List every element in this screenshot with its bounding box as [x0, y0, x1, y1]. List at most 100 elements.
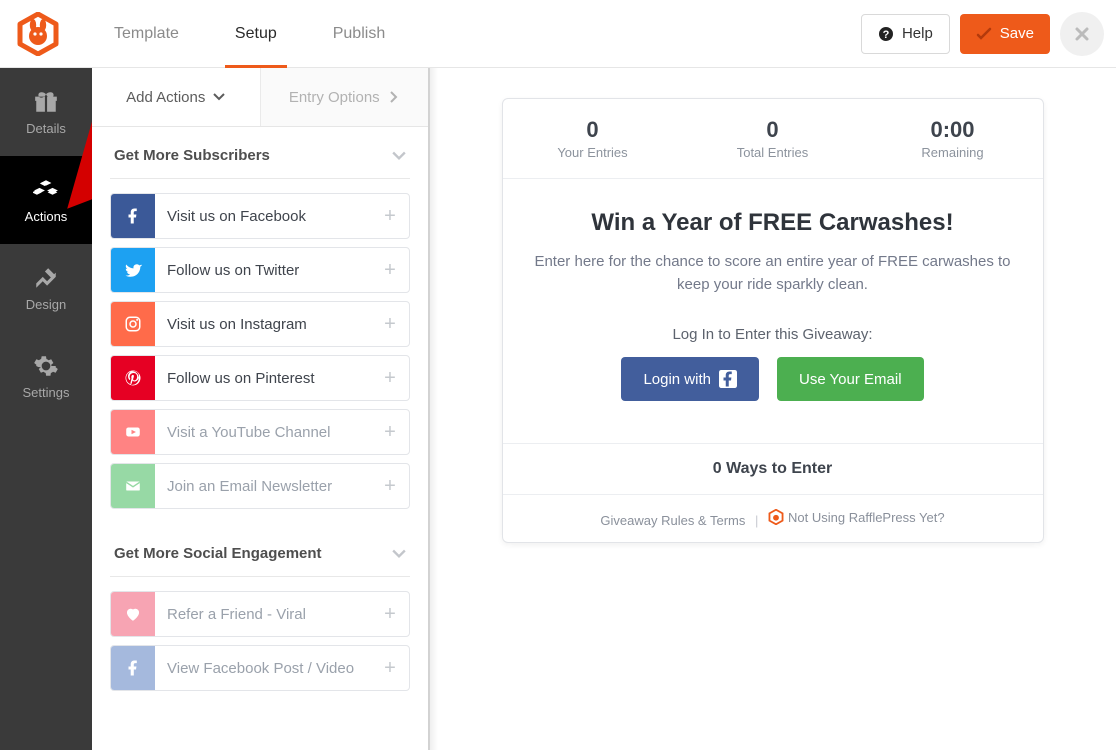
use-email-label: Use Your Email: [799, 371, 902, 388]
group-title: Get More Subscribers: [114, 147, 270, 164]
group-subscribers[interactable]: Get More Subscribers: [92, 127, 428, 178]
card-body: Win a Year of FREE Carwashes! Enter here…: [503, 179, 1043, 443]
top-nav: Template Setup Publish: [96, 0, 403, 67]
facebook-icon: [719, 370, 737, 388]
help-icon: ?: [878, 26, 894, 42]
svg-text:?: ?: [883, 29, 890, 41]
close-icon: [1074, 26, 1090, 42]
login-with-label: Login with: [643, 371, 711, 388]
facebook-icon: [111, 194, 155, 238]
save-label: Save: [1000, 25, 1034, 42]
action-refer[interactable]: Refer a Friend - Viral +: [110, 591, 410, 637]
giveaway-card: 0 Your Entries 0 Total Entries 0:00 Rema…: [502, 98, 1044, 543]
use-email-button[interactable]: Use Your Email: [777, 357, 924, 401]
panel-tab-label: Add Actions: [126, 89, 205, 106]
chevron-down-icon: [392, 547, 406, 561]
action-facebook[interactable]: Visit us on Facebook +: [110, 193, 410, 239]
left-sidebar: Details Actions Design Settings: [0, 68, 92, 750]
top-bar-right: ? Help Save: [861, 12, 1116, 56]
stats-row: 0 Your Entries 0 Total Entries 0:00 Rema…: [503, 99, 1043, 179]
panel-tab-label: Entry Options: [289, 89, 380, 106]
action-label: Follow us on Pinterest: [155, 370, 371, 387]
stat-label: Total Entries: [689, 145, 857, 160]
stat-value: 0: [509, 117, 677, 143]
action-label: Join an Email Newsletter: [155, 478, 371, 495]
plus-icon: +: [371, 259, 409, 282]
sidebar-item-settings[interactable]: Settings: [0, 332, 92, 420]
plus-icon: +: [371, 205, 409, 228]
tab-setup[interactable]: Setup: [217, 0, 295, 67]
divider: [110, 178, 410, 179]
actions-panel: Add Actions Entry Options Get More Subsc…: [92, 68, 429, 750]
pinterest-icon: [111, 356, 155, 400]
plus-icon: +: [371, 657, 409, 680]
save-button[interactable]: Save: [960, 14, 1050, 54]
card-footer: Giveaway Rules & Terms | Not Using Raffl…: [503, 494, 1043, 542]
action-fbpost[interactable]: View Facebook Post / Video +: [110, 645, 410, 691]
rules-link[interactable]: Giveaway Rules & Terms: [600, 513, 745, 528]
panel-tab-entry-options[interactable]: Entry Options: [260, 68, 429, 126]
login-facebook-button[interactable]: Login with: [621, 357, 759, 401]
facebook-icon: [111, 646, 155, 690]
ways-to-enter: 0 Ways to Enter: [503, 443, 1043, 494]
action-pinterest[interactable]: Follow us on Pinterest +: [110, 355, 410, 401]
plus-icon: +: [371, 313, 409, 336]
sidebar-item-details[interactable]: Details: [0, 68, 92, 156]
sidebar-item-actions[interactable]: Actions: [0, 156, 92, 244]
sidebar-item-design[interactable]: Design: [0, 244, 92, 332]
help-label: Help: [902, 25, 933, 42]
login-buttons: Login with Use Your Email: [533, 357, 1013, 401]
action-youtube[interactable]: Visit a YouTube Channel +: [110, 409, 410, 455]
twitter-icon: [111, 248, 155, 292]
top-bar: Template Setup Publish ? Help Save: [0, 0, 1116, 68]
help-button[interactable]: ? Help: [861, 14, 950, 54]
action-twitter[interactable]: Follow us on Twitter +: [110, 247, 410, 293]
giveaway-description: Enter here for the chance to score an en…: [533, 251, 1013, 296]
action-label: View Facebook Post / Video: [155, 660, 371, 677]
sidebar-item-label: Settings: [23, 385, 70, 400]
login-prompt: Log In to Enter this Giveaway:: [533, 326, 1013, 343]
panel-body[interactable]: Get More Subscribers Visit us on Faceboo…: [92, 127, 428, 750]
sidebar-item-label: Details: [26, 121, 66, 136]
plus-icon: +: [371, 367, 409, 390]
panel-tab-add-actions[interactable]: Add Actions: [92, 68, 260, 126]
envelope-icon: [111, 464, 155, 508]
action-email[interactable]: Join an Email Newsletter +: [110, 463, 410, 509]
stat-label: Your Entries: [509, 145, 677, 160]
brand-icon: [768, 509, 784, 525]
design-icon: [33, 265, 59, 291]
giveaway-title: Win a Year of FREE Carwashes!: [533, 209, 1013, 237]
sidebar-item-label: Actions: [25, 209, 68, 224]
plus-icon: +: [371, 603, 409, 626]
stat-value: 0: [689, 117, 857, 143]
tab-template[interactable]: Template: [96, 0, 197, 67]
chevron-down-icon: [392, 149, 406, 163]
gear-icon: [33, 353, 59, 379]
divider: [110, 576, 410, 577]
close-button[interactable]: [1060, 12, 1104, 56]
group-engagement[interactable]: Get More Social Engagement: [92, 525, 428, 576]
check-icon: [976, 26, 992, 42]
heart-icon: [111, 592, 155, 636]
panel-tabs: Add Actions Entry Options: [92, 68, 428, 127]
rafflepress-note: Not Using RafflePress Yet?: [768, 509, 945, 525]
divider: |: [755, 513, 758, 528]
gift-icon: [33, 89, 59, 115]
preview-pane: 0 Your Entries 0 Total Entries 0:00 Rema…: [429, 68, 1116, 750]
stat-label: Remaining: [869, 145, 1037, 160]
brand-logo: [14, 10, 62, 58]
stat-total-entries: 0 Total Entries: [683, 99, 863, 178]
action-label: Follow us on Twitter: [155, 262, 371, 279]
chevron-down-icon: [213, 91, 225, 103]
blocks-icon: [33, 177, 59, 203]
not-using-link[interactable]: Not Using RafflePress Yet?: [788, 510, 945, 525]
stat-your-entries: 0 Your Entries: [503, 99, 683, 178]
plus-icon: +: [371, 475, 409, 498]
tab-publish[interactable]: Publish: [315, 0, 403, 67]
sidebar-item-label: Design: [26, 297, 66, 312]
action-label: Visit us on Instagram: [155, 316, 371, 333]
chevron-right-icon: [388, 91, 400, 103]
action-label: Visit us on Facebook: [155, 208, 371, 225]
action-instagram[interactable]: Visit us on Instagram +: [110, 301, 410, 347]
plus-icon: +: [371, 421, 409, 444]
